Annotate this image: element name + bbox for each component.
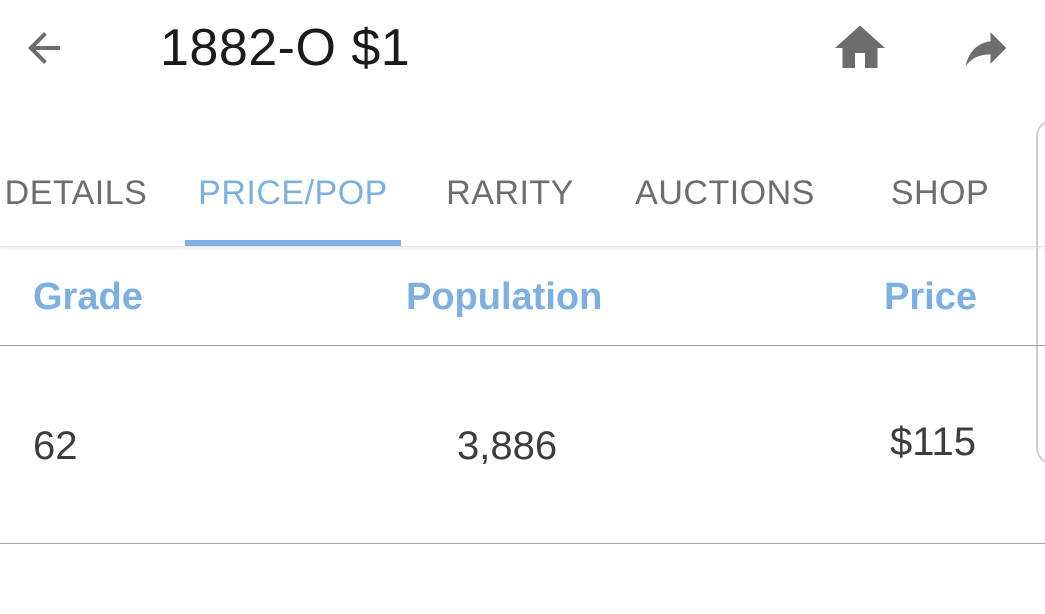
share-icon: [965, 32, 1007, 66]
share-button[interactable]: [954, 16, 1018, 80]
arrow-left-icon: [28, 32, 60, 64]
tab-auctions[interactable]: AUCTIONS: [615, 140, 835, 246]
column-header-population[interactable]: Population: [406, 276, 602, 319]
cell-grade: 62: [33, 424, 78, 468]
tab-price-pop[interactable]: PRICE/POP: [185, 140, 401, 246]
column-header-grade[interactable]: Grade: [33, 276, 143, 319]
home-icon: [835, 25, 885, 68]
home-button[interactable]: [828, 16, 892, 80]
cell-price: $115: [890, 420, 977, 464]
page-title: 1882-O $1: [160, 19, 411, 77]
row-divider: [0, 543, 1045, 544]
tab-shop[interactable]: SHOP: [870, 140, 1010, 246]
active-tab-indicator: [185, 240, 401, 246]
back-button[interactable]: [14, 18, 74, 78]
cell-population: 3,886: [457, 424, 558, 468]
edge-panel-handle[interactable]: [1036, 120, 1045, 464]
column-header-price[interactable]: Price: [884, 276, 977, 319]
header-divider: [0, 345, 1045, 346]
app-bar: 1882-O $1: [0, 0, 1045, 100]
tab-details[interactable]: DETAILS: [0, 140, 152, 246]
tab-rarity[interactable]: RARITY: [430, 140, 590, 246]
tab-bar: DETAILS PRICE/POP RARITY AUCTIONS SHOP: [0, 140, 1045, 247]
